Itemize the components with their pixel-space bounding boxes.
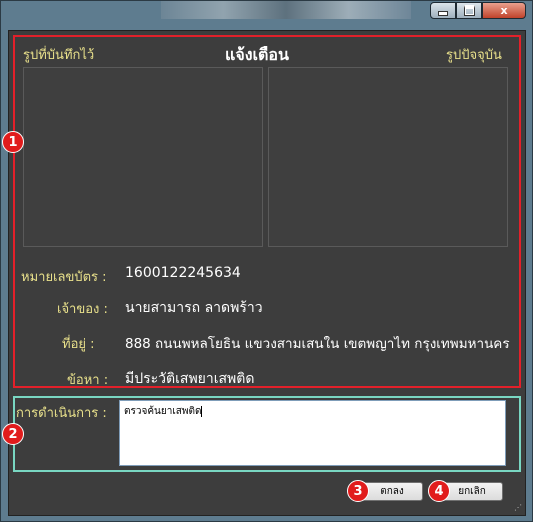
- current-photo-frame: [268, 67, 508, 247]
- current-photo-label: รูปปัจจุบัน: [446, 48, 502, 63]
- owner-value: นายสามารถ ลาดพร้าว: [125, 300, 263, 316]
- ok-button-label: ตกลง: [380, 486, 404, 497]
- charge-label: ข้อหา :: [67, 373, 109, 388]
- callout-marker-4: 4: [428, 480, 450, 502]
- charge-value: มีประวัติเสพยาเสพติด: [125, 371, 255, 387]
- maximize-icon: [463, 5, 475, 16]
- owner-label: เจ้าของ :: [57, 302, 108, 317]
- address-label: ที่อยู่ :: [62, 337, 95, 352]
- cancel-button-label: ยกเลิก: [458, 486, 486, 497]
- close-icon: x: [500, 4, 508, 17]
- callout-marker-3: 3: [347, 480, 369, 502]
- title-bar: [161, 1, 411, 19]
- close-button[interactable]: x: [482, 2, 526, 19]
- cancel-button[interactable]: ยกเลิก: [441, 482, 503, 501]
- action-notes-input[interactable]: ตรวจค้นยาเสพติด: [119, 400, 506, 466]
- saved-photo-frame: [23, 67, 263, 247]
- address-value: 888 ถนนพหลโยธิน แขวงสามเสนใน เขตพญาไท กร…: [125, 336, 510, 352]
- minimize-icon: [438, 11, 448, 16]
- action-notes-text: ตรวจค้นยาเสพติด: [124, 406, 202, 417]
- card-number-label: หมายเลขบัตร :: [21, 270, 107, 285]
- callout-marker-2: 2: [2, 423, 24, 445]
- window-controls: x: [430, 2, 526, 19]
- card-number-value: 1600122245634: [125, 265, 241, 281]
- resize-grip-icon[interactable]: ⋰: [514, 504, 522, 512]
- maximize-button[interactable]: [456, 2, 482, 19]
- dialog-title: แจ้งเตือน: [225, 45, 289, 64]
- ok-button[interactable]: ตกลง: [361, 482, 423, 501]
- saved-photo-label: รูปที่บันทึกไว้: [23, 48, 95, 63]
- callout-marker-1: 1: [2, 131, 24, 153]
- minimize-button[interactable]: [430, 2, 456, 19]
- text-caret: [201, 405, 203, 417]
- action-label: การดำเนินการ :: [16, 406, 107, 421]
